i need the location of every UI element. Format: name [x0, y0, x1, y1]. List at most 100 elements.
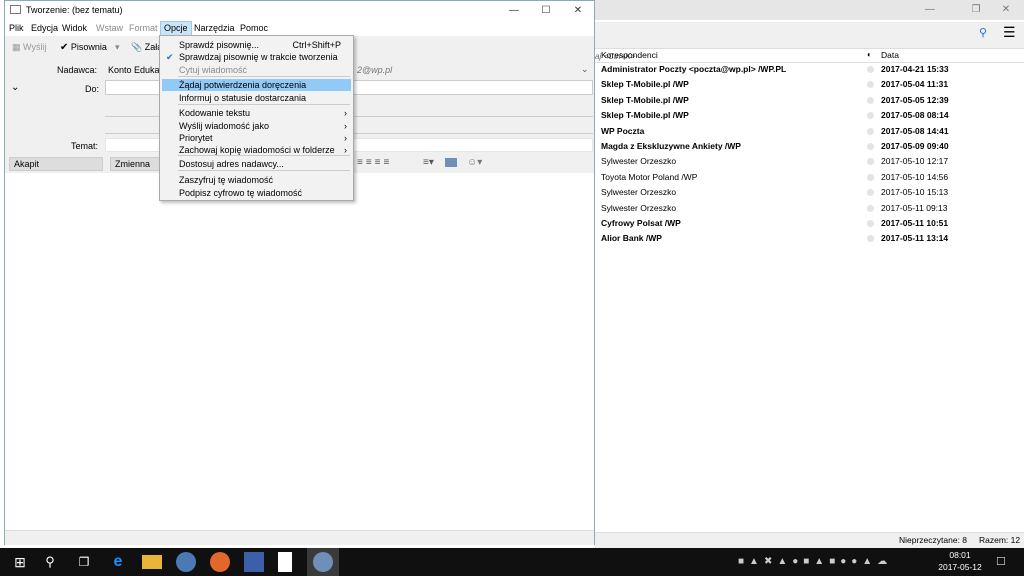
attach-button[interactable]: 📎 Załą: [131, 39, 162, 55]
notification-icon[interactable]: ☐: [996, 555, 1006, 568]
menu-wstaw[interactable]: Wstaw: [93, 22, 126, 35]
minimize-icon[interactable]: —: [915, 0, 945, 20]
menu-opcje[interactable]: Opcje: [160, 21, 192, 36]
read-status-icon[interactable]: [867, 235, 874, 243]
minimize-icon[interactable]: —: [499, 1, 529, 21]
spelling-dropdown-icon[interactable]: ▾: [115, 39, 120, 55]
menu-item-label: Wyślij wiadomość jako: [179, 121, 269, 131]
read-status-icon[interactable]: [867, 220, 874, 227]
task-view-icon[interactable]: ❐: [74, 552, 94, 572]
firefox-icon[interactable]: [210, 552, 230, 572]
search-icon[interactable]: ⚲: [40, 552, 60, 572]
message-row[interactable]: Toyota Motor Poland /WP 2017-05-10 14:56: [595, 170, 1024, 185]
message-row[interactable]: Sklep T-Mobile.pl /WP 2017-05-05 12:39: [595, 93, 1024, 108]
message-from: Sylwester Orzeszko: [601, 156, 677, 167]
checkmark-icon: ✔: [60, 42, 69, 53]
read-status-icon[interactable]: [867, 173, 874, 181]
restore-icon[interactable]: ❐: [961, 0, 991, 20]
close-icon[interactable]: ✕: [991, 0, 1021, 20]
paragraph-format-select[interactable]: Akapit: [9, 157, 103, 171]
message-body[interactable]: [5, 173, 594, 529]
read-status-icon[interactable]: [867, 189, 874, 197]
menu-separator: [178, 104, 350, 105]
maximize-icon[interactable]: ☐: [531, 1, 561, 21]
menu-item-sign[interactable]: Podpisz cyfrowo tę wiadomość: [162, 187, 351, 199]
clock-time: 08:01: [949, 550, 971, 560]
from-value-tail[interactable]: 2@wp.pl: [357, 65, 392, 75]
menu-widok[interactable]: Widok: [59, 22, 90, 35]
save-disk-icon[interactable]: [244, 552, 264, 572]
file-explorer-icon[interactable]: [142, 555, 162, 569]
menu-item-delivery-status[interactable]: Informuj o statusie dostarczania: [162, 92, 351, 104]
from-dropdown-icon[interactable]: ⌄: [581, 64, 589, 75]
unread-count: Nieprzeczytane: 8: [899, 535, 968, 545]
document-icon[interactable]: [278, 552, 292, 572]
read-status-icon[interactable]: ◐: [867, 50, 872, 59]
menu-edycja[interactable]: Edycja: [28, 22, 61, 35]
spelling-button[interactable]: ✔ Pisownia: [60, 39, 107, 55]
read-status-icon[interactable]: [867, 81, 874, 89]
menu-item-spell-as-you-type[interactable]: ✔ Sprawdzaj pisownię w trakcie tworzenia: [162, 51, 351, 63]
menu-narzedzia[interactable]: Narzędzia: [191, 22, 238, 35]
message-date: 2017-05-09 09:40: [881, 141, 949, 151]
tray-icons[interactable]: ■▲✖▲●■▲■●●▲☁: [738, 556, 892, 567]
message-row[interactable]: Administrator Poczty <poczta@wp.pl> /WP.…: [595, 62, 1024, 77]
submenu-arrow-icon: ›: [344, 133, 347, 143]
message-row[interactable]: WP Poczta 2017-05-08 14:41: [595, 124, 1024, 139]
message-row[interactable]: Alior Bank /WP 2017-05-11 13:14: [595, 231, 1024, 246]
emoji-icon[interactable]: ☺▾: [467, 157, 482, 168]
menu-item-check-spelling[interactable]: Sprawdź pisownię... Ctrl+Shift+P: [162, 39, 351, 51]
message-row[interactable]: Sklep T-Mobile.pl /WP 2017-05-04 11:31: [595, 77, 1024, 92]
menu-item-priority[interactable]: Priorytet ›: [162, 132, 351, 144]
read-status-icon[interactable]: [867, 66, 874, 73]
message-row[interactable]: Magda z Ekskluzywne Ankiety /WP 2017-05-0…: [595, 139, 1024, 154]
read-status-icon[interactable]: [867, 204, 874, 212]
send-button[interactable]: ▦ Wyślij: [12, 39, 46, 55]
thunderbird-icon[interactable]: [176, 552, 196, 572]
close-icon[interactable]: ✕: [563, 1, 593, 21]
menu-item-label: Kodowanie tekstu: [179, 108, 251, 118]
message-row[interactable]: Sylwester Orzeszko 2017-05-11 09:13: [595, 201, 1024, 216]
list-indent-icons[interactable]: ≡≡≡≡: [357, 157, 392, 168]
search-icon[interactable]: ⚲: [979, 26, 987, 39]
hamburger-menu-icon[interactable]: ☰: [1003, 24, 1016, 41]
read-status-icon[interactable]: [867, 127, 874, 135]
menu-item-encrypt[interactable]: Zaszyfruj tę wiadomość: [162, 174, 351, 186]
windows-start-icon[interactable]: ⊞: [10, 552, 30, 572]
read-status-icon[interactable]: [867, 112, 874, 120]
menu-format[interactable]: Format: [126, 22, 161, 35]
font-select[interactable]: Zmienna sze: [110, 157, 160, 181]
message-date: 2017-05-10 12:17: [881, 156, 949, 167]
message-row[interactable]: Sklep T-Mobile.pl /WP 2017-05-08 08:14: [595, 108, 1024, 123]
menu-plik[interactable]: Plik: [6, 22, 27, 35]
read-status-icon[interactable]: [867, 96, 874, 104]
message-from: Sylwester Orzeszko: [601, 202, 677, 213]
message-date: 2017-05-08 08:14: [881, 110, 949, 121]
align-icon[interactable]: ≡▾: [423, 157, 434, 168]
message-date: 2017-05-10 15:13: [881, 187, 949, 198]
menu-item-label: Dostosuj adres nadawcy...: [179, 159, 284, 169]
menu-item-customize-from[interactable]: Dostosuj adres nadawcy...: [162, 158, 351, 170]
read-status-icon[interactable]: [867, 143, 874, 150]
edge-browser-icon[interactable]: e: [108, 552, 128, 572]
image-icon[interactable]: [445, 158, 457, 167]
column-correspondents[interactable]: Korespondenci: [601, 50, 658, 60]
menu-item-return-receipt[interactable]: Żądaj potwierdzenia doręczenia: [162, 79, 351, 91]
menu-item-quote-message[interactable]: Cytuj wiadomość: [162, 64, 351, 76]
thunderbird-compose-icon[interactable]: [313, 552, 333, 572]
menu-item-send-format[interactable]: Wyślij wiadomość jako ›: [162, 120, 351, 132]
message-row[interactable]: Sylwester Orzeszko 2017-05-10 12:17: [595, 154, 1024, 169]
message-from: Sylwester Orzeszko: [601, 187, 677, 198]
checkmark-icon: ✔: [166, 52, 174, 62]
menu-item-text-encoding[interactable]: Kodowanie tekstu ›: [162, 107, 351, 119]
read-status-icon[interactable]: [867, 158, 874, 166]
menu-pomoc[interactable]: Pomoc: [237, 22, 271, 35]
column-date[interactable]: Data: [881, 50, 899, 60]
taskbar-clock[interactable]: 08:01 2017-05-12: [930, 548, 990, 576]
message-date: 2017-05-04 11:31: [881, 79, 949, 90]
menu-item-label: Zaszyfruj tę wiadomość: [179, 175, 274, 185]
menu-separator: [178, 170, 350, 171]
main-titlebar: — ❐ ✕: [595, 0, 1024, 20]
message-row[interactable]: Sylwester Orzeszko 2017-05-10 15:13: [595, 185, 1024, 200]
message-row[interactable]: Cyfrowy Polsat /WP 2017-05-11 10:51: [595, 216, 1024, 231]
